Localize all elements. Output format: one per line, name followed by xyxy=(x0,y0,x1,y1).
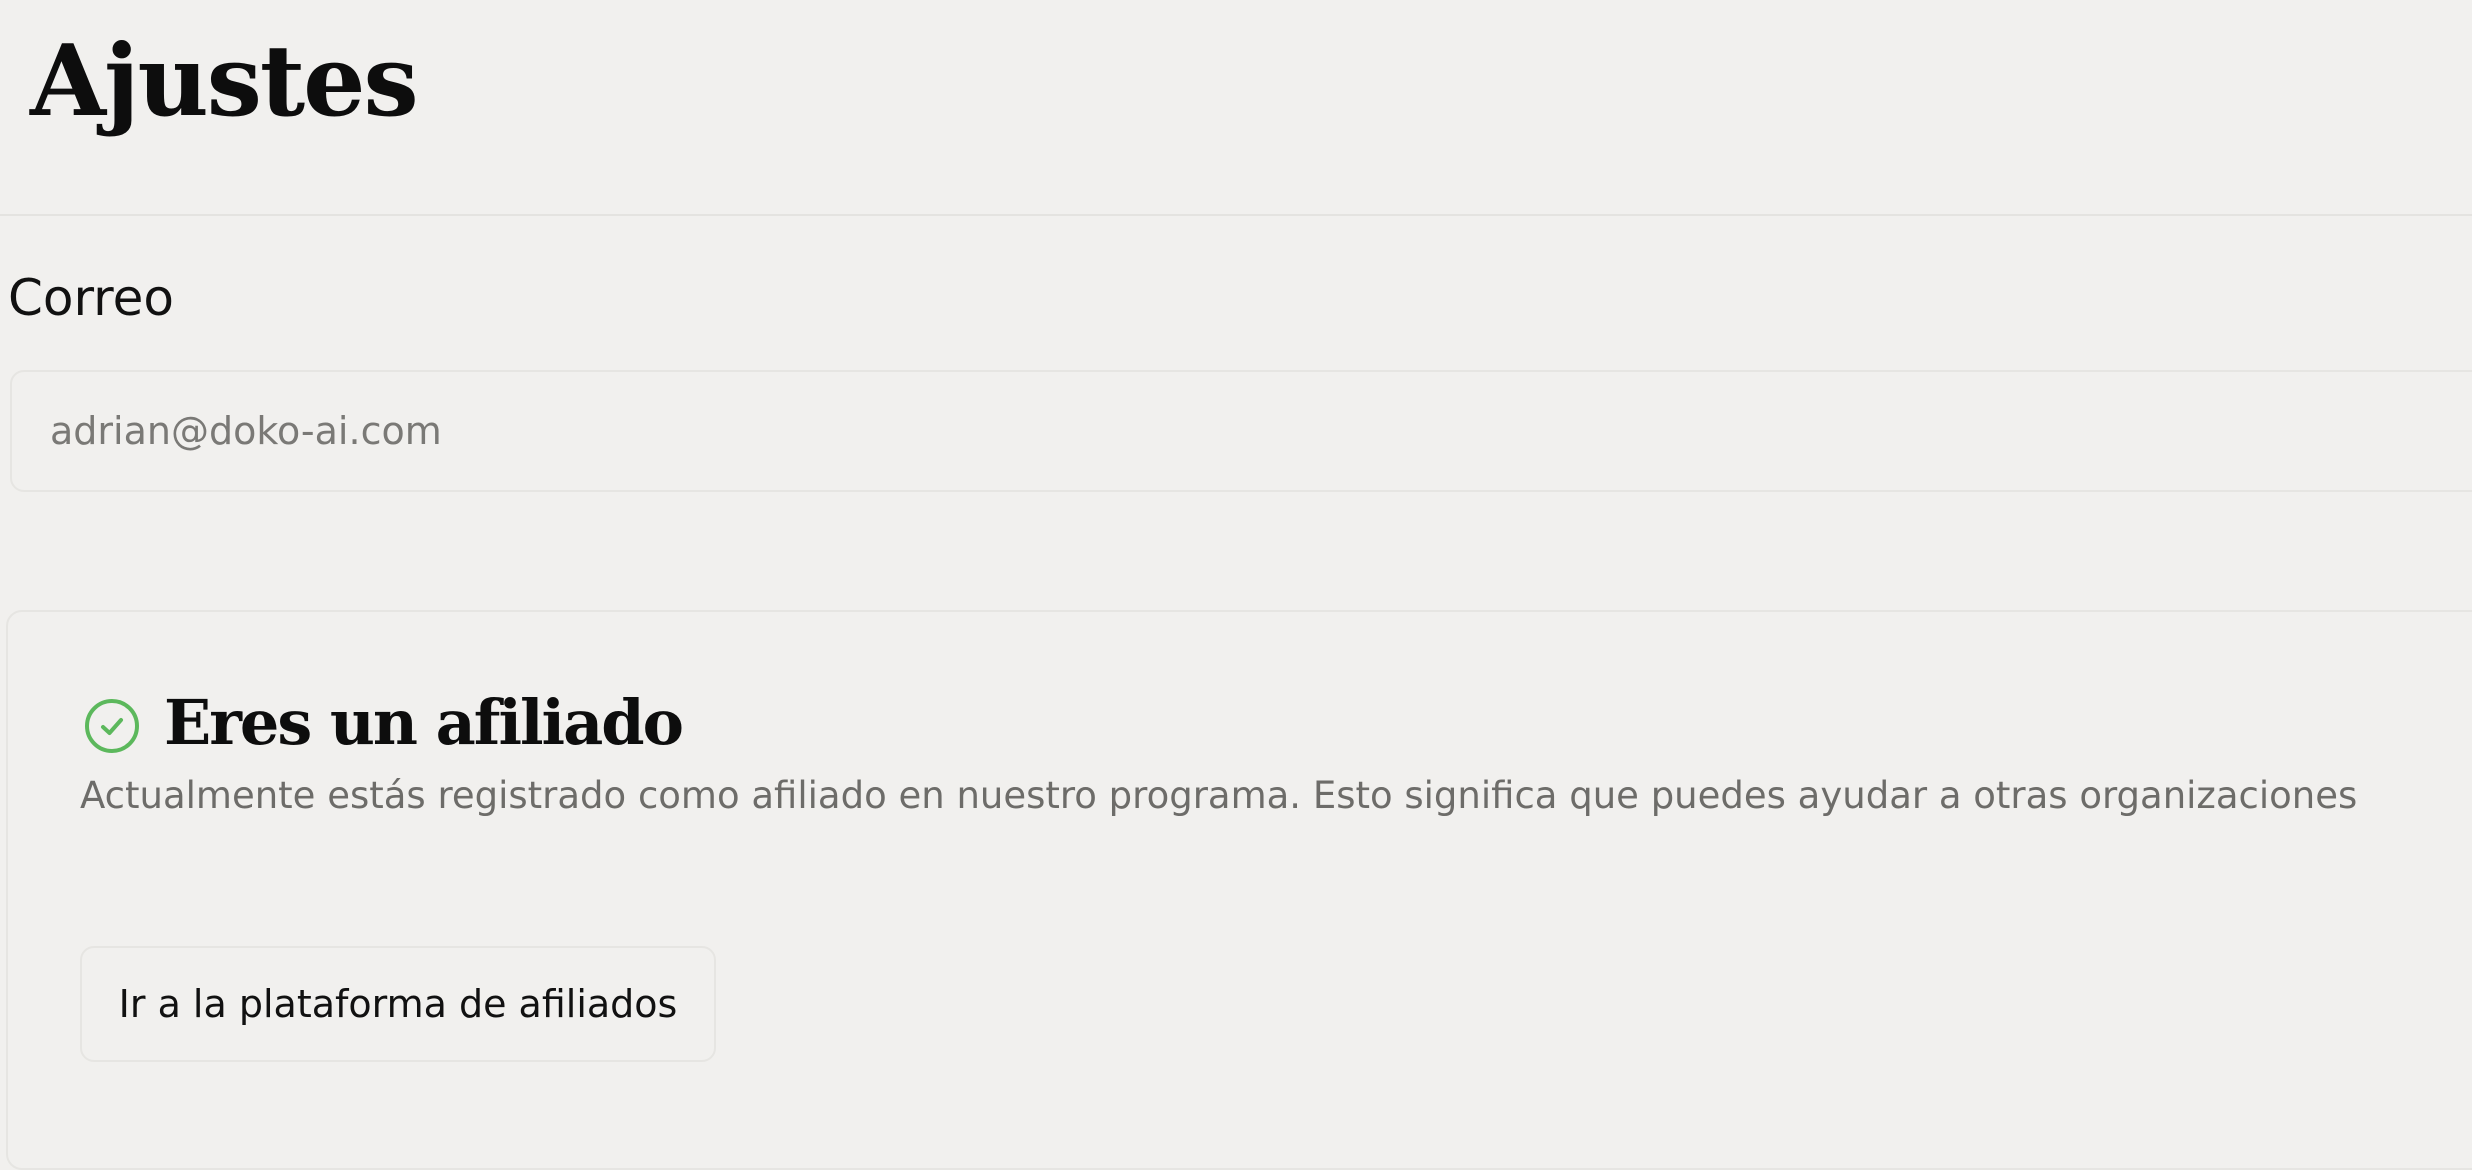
check-circle-icon xyxy=(85,699,139,753)
affiliate-heading: Eres un afiliado xyxy=(82,678,684,768)
email-field[interactable]: adrian@doko-ai.com xyxy=(10,370,2472,492)
affiliate-platform-button[interactable]: Ir a la plataforma de afiliados xyxy=(80,946,716,1062)
page-header: Ajustes xyxy=(0,0,2472,216)
affiliate-title: Eres un afiliado xyxy=(164,686,684,759)
affiliate-card: Eres un afiliado Actualmente estás regis… xyxy=(6,610,2472,1170)
email-value: adrian@doko-ai.com xyxy=(50,409,442,453)
email-label: Correo xyxy=(8,269,174,327)
affiliate-description: Actualmente estás registrado como afilia… xyxy=(80,774,2358,817)
page-title: Ajustes xyxy=(30,24,419,139)
